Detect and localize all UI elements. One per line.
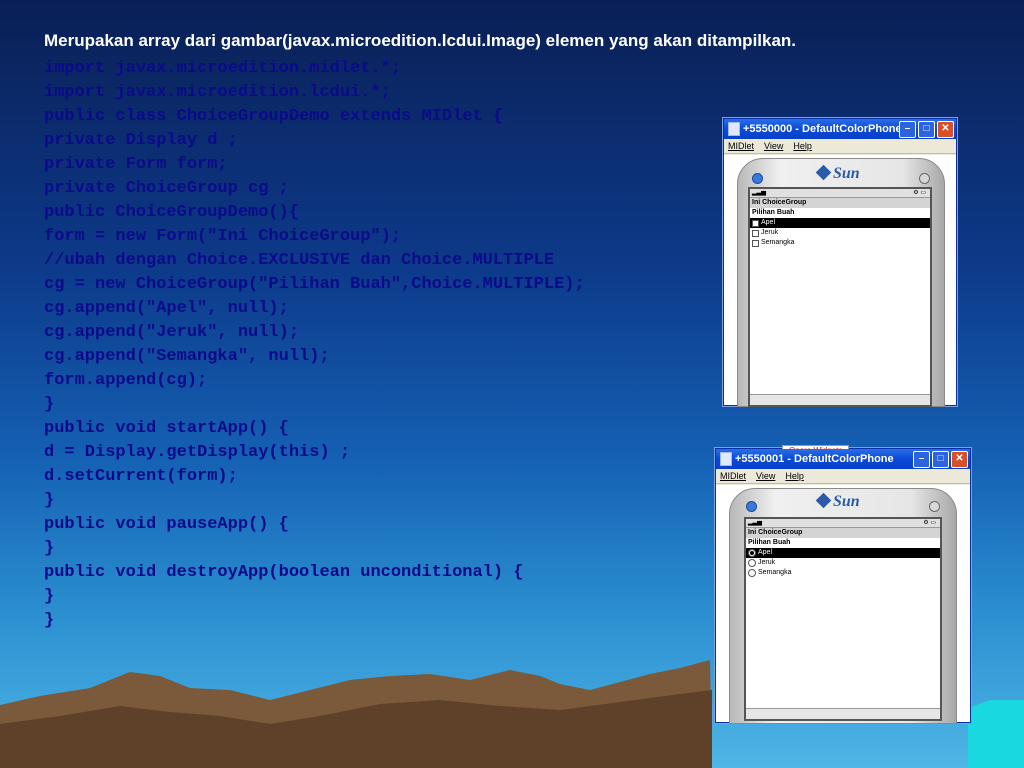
choice-option[interactable]: Apel bbox=[750, 218, 930, 228]
status-bar: ▂▃▅ ⚙ ▭ bbox=[750, 189, 930, 198]
right-softkey-knob[interactable] bbox=[919, 173, 930, 184]
left-softkey-knob[interactable] bbox=[752, 173, 763, 184]
close-button[interactable]: ✕ bbox=[937, 121, 954, 138]
phone-body: Sun ▂▃▅ ⚙ ▭ Ini ChoiceGroup Pilihan Buah … bbox=[737, 158, 945, 407]
sun-diamond-icon bbox=[815, 164, 832, 181]
code-line: } bbox=[44, 539, 55, 558]
code-line: cg.append("Apel", null); bbox=[44, 299, 289, 318]
code-line: import javax.microedition.lcdui.*; bbox=[44, 83, 391, 102]
menu-bar: MIDlet View Help bbox=[716, 469, 970, 484]
phone-screen: ▂▃▅ ⚙ ▭ Ini ChoiceGroup Pilihan Buah Apel… bbox=[748, 187, 932, 407]
menu-help[interactable]: Help bbox=[793, 141, 812, 151]
choice-option[interactable]: Jeruk bbox=[746, 558, 940, 568]
code-line: } bbox=[44, 587, 55, 606]
choicegroup-label: Pilihan Buah bbox=[752, 209, 795, 216]
left-softkey-knob[interactable] bbox=[746, 501, 757, 512]
emulator-window-1[interactable]: +5550000 - DefaultColorPhone – □ ✕ MIDle… bbox=[723, 118, 957, 407]
code-line: public void pauseApp() { bbox=[44, 515, 289, 534]
status-bar: ▂▃▅ ⚙ ▭ bbox=[746, 519, 940, 528]
code-line: } bbox=[44, 491, 55, 510]
menu-view[interactable]: View bbox=[756, 471, 775, 481]
radio-icon[interactable] bbox=[748, 559, 756, 567]
radio-icon[interactable] bbox=[748, 549, 756, 557]
emulator-window-2[interactable]: Opera Widgets +5550001 - DefaultColorPho… bbox=[715, 445, 971, 724]
phone-app-icon bbox=[720, 452, 732, 466]
maximize-button[interactable]: □ bbox=[932, 451, 949, 468]
code-line: //ubah dengan Choice.EXCLUSIVE dan Choic… bbox=[44, 251, 555, 270]
choice-option[interactable]: Jeruk bbox=[750, 228, 930, 238]
code-line: public class ChoiceGroupDemo extends MID… bbox=[44, 107, 504, 126]
code-line: form.append(cg); bbox=[44, 371, 208, 390]
menu-help[interactable]: Help bbox=[785, 471, 804, 481]
sun-logo: Sun bbox=[815, 164, 860, 183]
code-line: d = Display.getDisplay(this) ; bbox=[44, 443, 351, 462]
sun-logo: Sun bbox=[815, 492, 860, 511]
menu-view[interactable]: View bbox=[764, 141, 783, 151]
maximize-button[interactable]: □ bbox=[918, 121, 935, 138]
window-titlebar[interactable]: +5550001 - DefaultColorPhone – □ ✕ bbox=[716, 449, 970, 469]
sun-diamond-icon bbox=[815, 492, 832, 509]
window-title: +5550000 - DefaultColorPhone bbox=[743, 123, 902, 135]
code-line: private Display d ; bbox=[44, 131, 238, 150]
checkbox-icon[interactable] bbox=[752, 239, 759, 247]
choice-option[interactable]: Semangka bbox=[746, 568, 940, 578]
form-title: Ini ChoiceGroup bbox=[750, 198, 930, 208]
code-line: d.setCurrent(form); bbox=[44, 467, 238, 486]
minimize-button[interactable]: – bbox=[913, 451, 930, 468]
menu-midlet[interactable]: MIDlet bbox=[728, 141, 754, 151]
code-line: public ChoiceGroupDemo(){ bbox=[44, 203, 300, 222]
status-icons: ⚙ ▭ bbox=[913, 190, 926, 196]
right-softkey-knob[interactable] bbox=[929, 501, 940, 512]
slide-heading: Merupakan array dari gambar(javax.microe… bbox=[44, 31, 797, 50]
menu-bar: MIDlet View Help bbox=[724, 139, 956, 154]
softkey-bar bbox=[746, 708, 940, 719]
signal-icon: ▂▃▅ bbox=[752, 190, 766, 196]
code-line: private ChoiceGroup cg ; bbox=[44, 179, 289, 198]
code-line: private Form form; bbox=[44, 155, 228, 174]
code-line: public void startApp() { bbox=[44, 419, 289, 438]
window-titlebar[interactable]: +5550000 - DefaultColorPhone – □ ✕ bbox=[724, 119, 956, 139]
checkbox-icon[interactable] bbox=[752, 219, 759, 227]
signal-icon: ▂▃▅ bbox=[748, 520, 762, 526]
phone-screen: ▂▃▅ ⚙ ▭ Ini ChoiceGroup Pilihan Buah Apel… bbox=[744, 517, 942, 721]
choice-option[interactable]: Semangka bbox=[750, 238, 930, 248]
code-line: import javax.microedition.midlet.*; bbox=[44, 59, 402, 78]
menu-midlet[interactable]: MIDlet bbox=[720, 471, 746, 481]
code-line: } bbox=[44, 395, 55, 414]
choice-option[interactable]: Apel bbox=[746, 548, 940, 558]
choicegroup-label: Pilihan Buah bbox=[748, 539, 791, 546]
form-title: Ini ChoiceGroup bbox=[746, 528, 940, 538]
radio-icon[interactable] bbox=[748, 569, 756, 577]
code-line: form = new Form("Ini ChoiceGroup"); bbox=[44, 227, 402, 246]
phone-area: Sun ▂▃▅ ⚙ ▭ Ini ChoiceGroup Pilihan Buah … bbox=[724, 155, 956, 407]
code-line: public void destroyApp(boolean unconditi… bbox=[44, 563, 524, 582]
code-line: cg.append("Jeruk", null); bbox=[44, 323, 300, 342]
status-icons: ⚙ ▭ bbox=[923, 520, 936, 526]
phone-area: Sun ▂▃▅ ⚙ ▭ Ini ChoiceGroup Pilihan Buah … bbox=[716, 485, 970, 724]
phone-app-icon bbox=[728, 122, 740, 136]
code-line: } bbox=[44, 611, 55, 630]
window-title: +5550001 - DefaultColorPhone bbox=[735, 453, 894, 465]
code-block: import javax.microedition.midlet.*; impor… bbox=[44, 57, 585, 633]
code-line: cg = new ChoiceGroup("Pilihan Buah",Choi… bbox=[44, 275, 585, 294]
code-line: cg.append("Semangka", null); bbox=[44, 347, 330, 366]
checkbox-icon[interactable] bbox=[752, 229, 759, 237]
minimize-button[interactable]: – bbox=[899, 121, 916, 138]
phone-body: Sun ▂▃▅ ⚙ ▭ Ini ChoiceGroup Pilihan Buah … bbox=[729, 488, 957, 724]
softkey-bar bbox=[750, 394, 930, 405]
close-button[interactable]: ✕ bbox=[951, 451, 968, 468]
